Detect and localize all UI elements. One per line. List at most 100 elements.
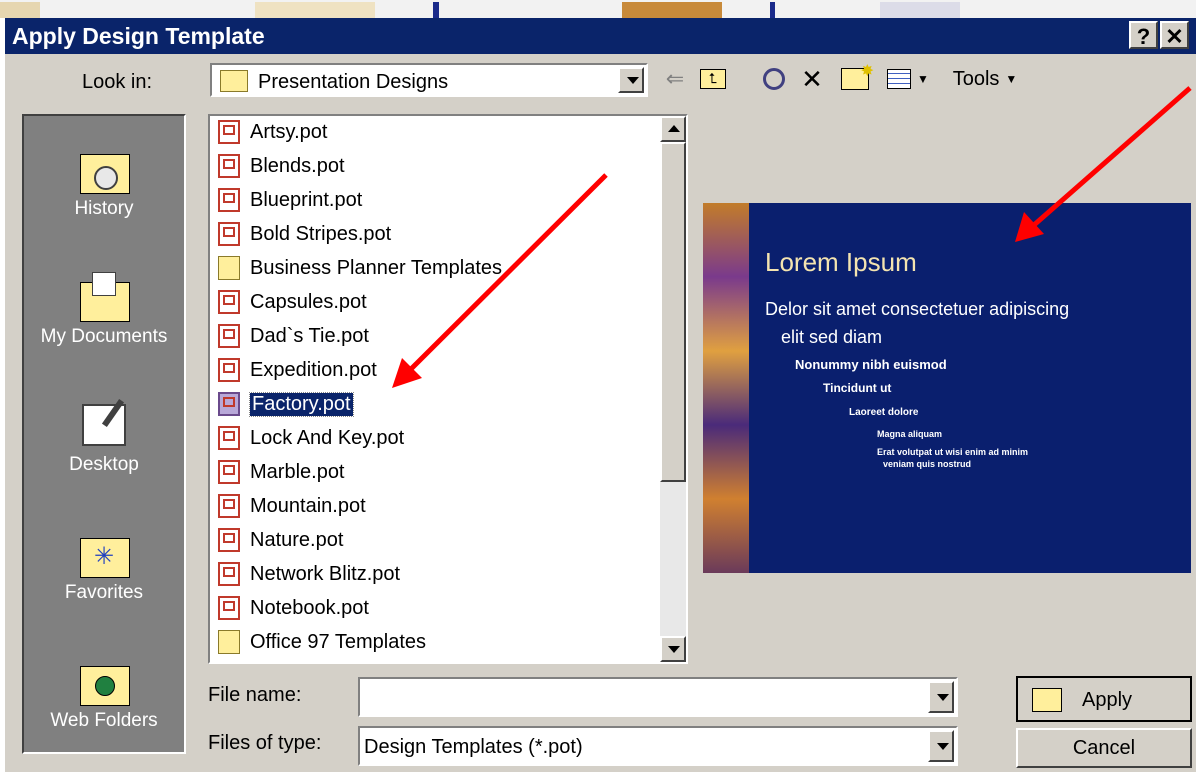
apply-label: Apply bbox=[1082, 689, 1133, 711]
new-folder-icon[interactable]: ✸ bbox=[837, 63, 874, 95]
file-name: Expedition.pot bbox=[250, 358, 377, 381]
file-name: Mountain.pot bbox=[250, 494, 366, 517]
my-documents-icon bbox=[76, 268, 132, 322]
cancel-label: Cancel bbox=[1072, 737, 1136, 759]
open-folder-icon bbox=[1032, 688, 1062, 712]
search-web-icon[interactable] bbox=[757, 63, 791, 95]
list-item[interactable]: Office 97 Templates bbox=[218, 626, 426, 658]
list-item[interactable]: Expedition.pot bbox=[218, 354, 377, 386]
template-file-icon bbox=[218, 494, 240, 518]
up-one-level-icon[interactable]: ⮤ bbox=[697, 63, 729, 95]
list-item[interactable]: Blends.pot bbox=[218, 150, 345, 182]
scroll-up-button[interactable] bbox=[660, 116, 686, 142]
list-item[interactable]: Marble.pot bbox=[218, 456, 345, 488]
window-title: Apply Design Template bbox=[12, 23, 265, 49]
scroll-thumb[interactable] bbox=[660, 142, 686, 482]
preview-decoration bbox=[703, 203, 749, 573]
folder-shortcut-icon bbox=[218, 630, 240, 654]
template-file-icon bbox=[218, 324, 240, 348]
template-file-icon bbox=[218, 120, 240, 144]
look-in-value: Presentation Designs bbox=[258, 71, 449, 93]
preview-bullet-2: Nonummy nibh euismod bbox=[795, 357, 947, 372]
file-name: Office 97 Templates bbox=[250, 630, 427, 653]
template-file-icon bbox=[218, 460, 240, 484]
template-file-icon bbox=[218, 358, 240, 382]
file-name: Marble.pot bbox=[250, 460, 345, 483]
list-item[interactable]: Business Planner Templates bbox=[218, 252, 502, 284]
list-item[interactable]: Bold Stripes.pot bbox=[218, 218, 391, 250]
file-name: Blends.pot bbox=[250, 154, 345, 177]
file-name: Bold Stripes.pot bbox=[250, 222, 392, 245]
back-icon[interactable]: ⇐ bbox=[660, 63, 690, 95]
file-name: Nature.pot bbox=[250, 528, 344, 551]
list-item[interactable]: Artsy.pot bbox=[218, 116, 327, 148]
places-my-documents[interactable]: My Documents bbox=[24, 268, 184, 348]
places-favorites-label: Favorites bbox=[64, 582, 144, 603]
preview-bullet-6b: veniam quis nostrud bbox=[883, 459, 972, 469]
list-item[interactable]: Capsules.pot bbox=[218, 286, 367, 318]
file-name: Capsules.pot bbox=[250, 290, 367, 313]
folder-shortcut-icon bbox=[218, 256, 240, 280]
places-desktop-label: Desktop bbox=[69, 454, 139, 475]
look-in-label: Look in: bbox=[82, 71, 153, 93]
views-icon[interactable]: ▼ bbox=[885, 63, 931, 95]
web-folders-icon bbox=[76, 652, 132, 706]
scroll-down-button[interactable] bbox=[660, 636, 686, 662]
template-file-icon bbox=[218, 392, 240, 416]
template-file-icon bbox=[218, 426, 240, 450]
history-icon bbox=[76, 140, 132, 194]
close-button[interactable]: ✕ bbox=[1160, 21, 1189, 49]
delete-icon[interactable]: ✕ bbox=[797, 63, 827, 95]
file-name: Business Planner Templates bbox=[250, 256, 502, 279]
files-of-type-value: Design Templates (*.pot) bbox=[364, 736, 583, 758]
file-name: Notebook.pot bbox=[250, 596, 369, 619]
tools-menu[interactable]: Tools ▼ bbox=[940, 63, 1030, 95]
cancel-button[interactable]: Cancel bbox=[1016, 728, 1192, 768]
preview-bullet-3: Tincidunt ut bbox=[823, 381, 892, 395]
preview-title: Lorem Ipsum bbox=[765, 247, 917, 277]
template-file-icon bbox=[218, 562, 240, 586]
look-in-combo[interactable]: Presentation Designs bbox=[210, 63, 648, 97]
file-list[interactable]: Artsy.pot Blends.pot Blueprint.pot Bold … bbox=[208, 114, 688, 664]
tools-label: Tools bbox=[952, 67, 1000, 90]
file-name: Network Blitz.pot bbox=[250, 562, 401, 585]
file-name: Dad`s Tie.pot bbox=[250, 324, 369, 347]
template-file-icon bbox=[218, 222, 240, 246]
apply-button[interactable]: Apply bbox=[1016, 676, 1192, 722]
list-item-selected[interactable]: Factory.pot bbox=[218, 388, 354, 420]
list-item[interactable]: Mountain.pot bbox=[218, 490, 366, 522]
file-name: Factory.pot bbox=[249, 391, 354, 417]
files-of-type-dropdown-button[interactable] bbox=[928, 730, 954, 762]
background-window-strip bbox=[0, 0, 1196, 18]
preview-bullet-5: Magna aliquam bbox=[877, 429, 943, 439]
places-desktop[interactable]: Desktop bbox=[24, 396, 184, 476]
list-item[interactable]: Nature.pot bbox=[218, 524, 343, 556]
list-item[interactable]: Blueprint.pot bbox=[218, 184, 362, 216]
help-button[interactable]: ? bbox=[1129, 21, 1158, 49]
places-web-folders[interactable]: Web Folders bbox=[24, 652, 184, 732]
places-bar: History My Documents Desktop ✳ Favorites bbox=[22, 114, 186, 754]
list-item[interactable]: Notebook.pot bbox=[218, 592, 369, 624]
files-of-type-combo[interactable]: Design Templates (*.pot) bbox=[358, 726, 958, 766]
list-item[interactable]: Lock And Key.pot bbox=[218, 422, 404, 454]
title-bar: Apply Design Template ? ✕ bbox=[5, 18, 1196, 54]
places-history[interactable]: History bbox=[24, 140, 184, 220]
file-name-dropdown-button[interactable] bbox=[928, 681, 954, 713]
places-web-folders-label: Web Folders bbox=[50, 710, 158, 731]
look-in-dropdown-button[interactable] bbox=[618, 67, 644, 93]
files-of-type-label: Files of type: bbox=[208, 732, 322, 754]
file-name: Lock And Key.pot bbox=[250, 426, 405, 449]
favorites-icon: ✳ bbox=[76, 524, 132, 578]
file-name-combo[interactable] bbox=[358, 677, 958, 717]
file-name-label: File name: bbox=[208, 684, 302, 706]
template-file-icon bbox=[218, 154, 240, 178]
places-history-label: History bbox=[74, 198, 134, 219]
list-item[interactable]: Network Blitz.pot bbox=[218, 558, 400, 590]
preview-bullet-1a: Delor sit amet consectetuer adipiscing bbox=[765, 299, 1070, 319]
template-preview: Lorem Ipsum Delor sit amet consectetuer … bbox=[703, 203, 1191, 573]
list-item[interactable]: Dad`s Tie.pot bbox=[218, 320, 369, 352]
file-name: Artsy.pot bbox=[250, 120, 328, 143]
places-favorites[interactable]: ✳ Favorites bbox=[24, 524, 184, 604]
apply-design-template-dialog: Apply Design Template ? ✕ Look in: Prese… bbox=[5, 18, 1196, 772]
vertical-scrollbar[interactable] bbox=[660, 116, 686, 662]
